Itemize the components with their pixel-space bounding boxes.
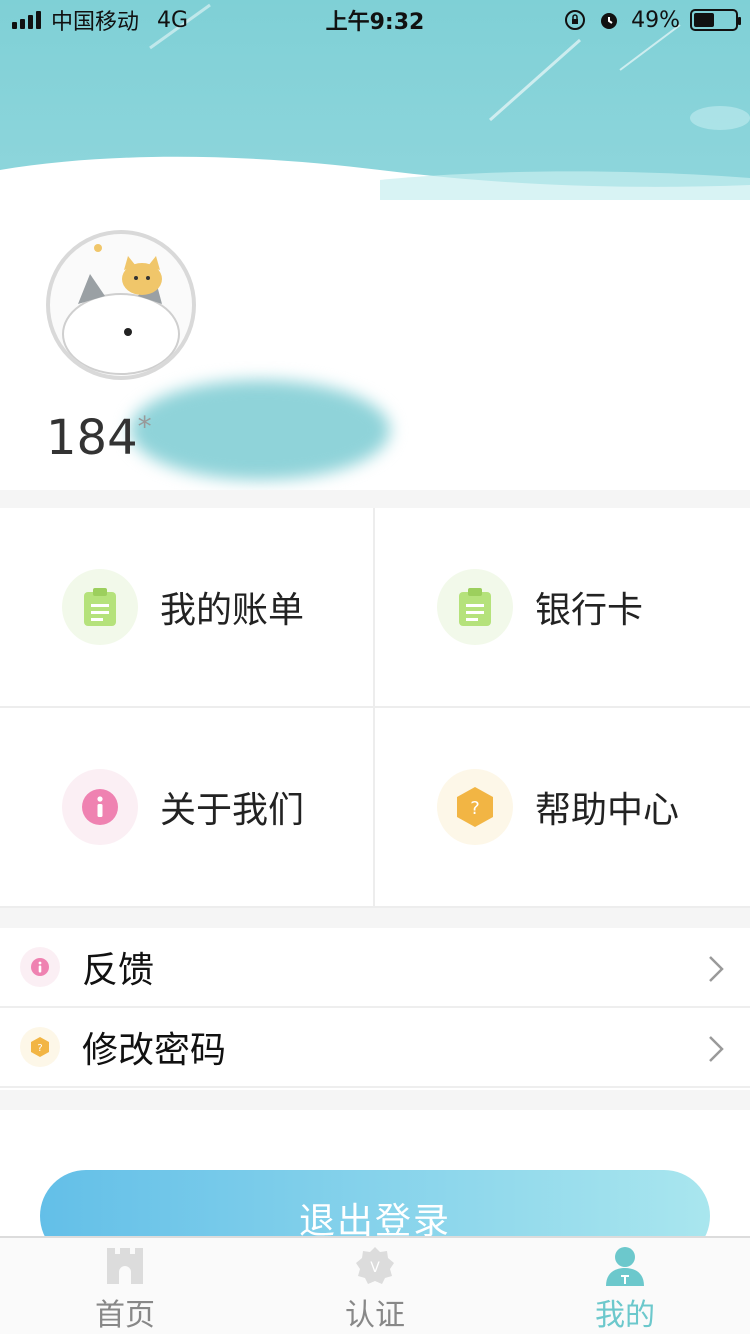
tab-label: 首页 [95, 1298, 155, 1333]
redacted-blur [130, 380, 390, 480]
section-divider [0, 490, 750, 508]
info-icon [20, 947, 60, 987]
user-icon [606, 1247, 644, 1286]
verify-badge-icon: V [356, 1247, 394, 1284]
clipboard-icon [62, 569, 138, 645]
grid-label: 银行卡 [535, 590, 644, 631]
grid-item-bills[interactable]: 我的账单 [0, 508, 375, 708]
phone-number: 184* [46, 410, 152, 466]
battery-icon [690, 9, 741, 31]
carrier-label: 中国移动 [51, 10, 140, 35]
svg-text:?: ? [470, 798, 480, 819]
rotation-lock-icon [563, 8, 587, 32]
help-hexagon-icon: ? [20, 1027, 60, 1067]
tab-label: 认证 [345, 1298, 405, 1333]
battery-percent: 49% [631, 7, 680, 33]
help-hexagon-icon: ? [437, 769, 513, 845]
tab-bar: 首页 V 认证 我的 [0, 1236, 750, 1334]
list-label: 修改密码 [82, 1030, 227, 1071]
list-item-feedback[interactable]: 反馈 [0, 928, 750, 1008]
section-divider [0, 908, 750, 928]
grid-label: 帮助中心 [535, 790, 680, 831]
list-item-change-password[interactable]: ? 修改密码 [0, 1008, 750, 1088]
alarm-icon [597, 8, 621, 32]
list-label: 反馈 [82, 950, 155, 991]
chevron-right-icon [709, 1036, 724, 1062]
chevron-right-icon [709, 956, 724, 982]
clipboard-icon [437, 569, 513, 645]
grid-item-help-center[interactable]: ? 帮助中心 [375, 708, 750, 908]
svg-text:?: ? [37, 1043, 42, 1054]
section-divider [0, 1090, 750, 1110]
tab-verify[interactable]: V 认证 [250, 1238, 500, 1334]
network-label: 4G [157, 7, 189, 33]
phone-visible-digits: 184 [46, 410, 138, 466]
svg-text:V: V [370, 1260, 380, 1276]
grid-item-about-us[interactable]: 关于我们 [0, 708, 375, 908]
info-icon [62, 769, 138, 845]
status-bar: 中国移动 4G 上午9:32 49% [0, 0, 750, 40]
grid-label: 我的账单 [160, 590, 305, 631]
signal-icon [12, 11, 41, 29]
home-castle-icon [107, 1248, 143, 1284]
header-banner: 中国移动 4G 上午9:32 49% [0, 0, 750, 200]
grid-label: 关于我们 [160, 790, 305, 831]
avatar[interactable] [46, 230, 196, 380]
tab-mine[interactable]: 我的 [500, 1238, 750, 1334]
tab-home[interactable]: 首页 [0, 1238, 250, 1334]
settings-list: 反馈 ? 修改密码 [0, 928, 750, 1088]
profile-section: 184* [0, 200, 750, 490]
grid-item-bank-card[interactable]: 银行卡 [375, 508, 750, 708]
phone-mask: * [137, 410, 152, 443]
feature-grid: 我的账单 银行卡 关于我们 ? 帮助中心 [0, 508, 750, 908]
tab-label: 我的 [595, 1298, 655, 1333]
